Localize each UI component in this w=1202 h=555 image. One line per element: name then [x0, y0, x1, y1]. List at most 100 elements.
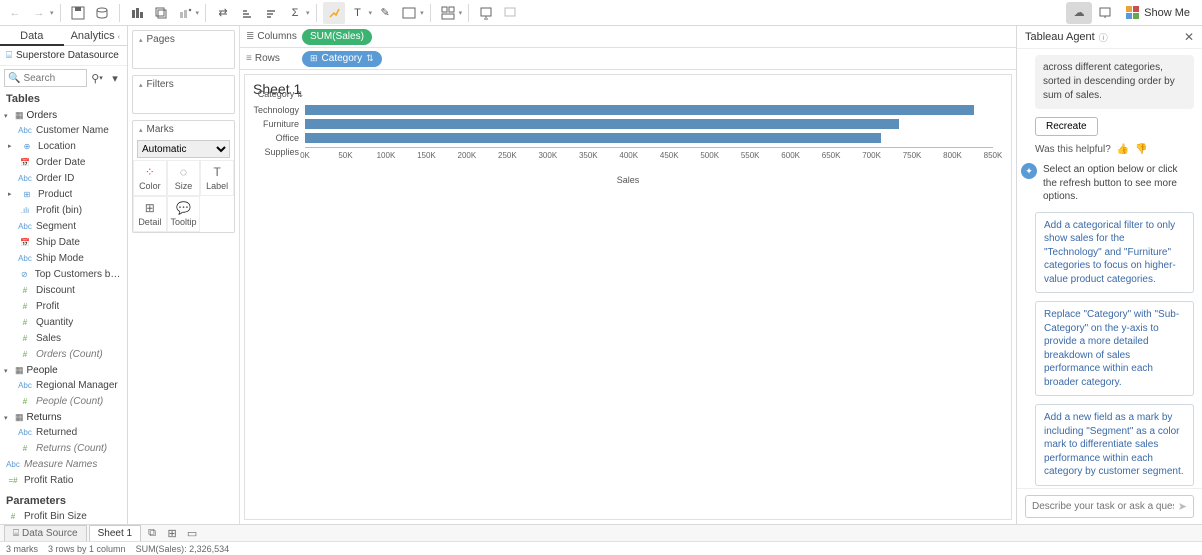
field-product[interactable]: ▸⊞Product: [0, 187, 127, 203]
axis-tick: 500K: [700, 151, 719, 160]
field-order-date[interactable]: 📅Order Date: [0, 155, 127, 171]
publish-icon[interactable]: ☁: [1066, 2, 1092, 24]
table-orders[interactable]: ▾▦Orders: [0, 108, 127, 123]
chart-view[interactable]: Category⇅ TechnologyFurnitureOffice Supp…: [245, 103, 1011, 519]
labels-button[interactable]: T: [347, 2, 369, 24]
search-input[interactable]: 🔍: [4, 69, 87, 87]
pill-sum-sales[interactable]: SUM(Sales): [302, 29, 372, 45]
field-sales[interactable]: #Sales: [0, 331, 127, 347]
field-returns-count[interactable]: #Returns (Count): [0, 441, 127, 457]
thumbs-up-icon[interactable]: 👍: [1117, 144, 1129, 155]
axis-tick: 650K: [822, 151, 841, 160]
field-ship-date[interactable]: 📅Ship Date: [0, 235, 127, 251]
filter-fields-button[interactable]: ⚲▾: [89, 70, 105, 86]
format-button[interactable]: ✎: [374, 2, 396, 24]
tables-header: Tables: [0, 90, 127, 108]
table-people[interactable]: ▾▦People: [0, 363, 127, 378]
field-profit-ratio[interactable]: =#Profit Ratio: [0, 473, 127, 489]
show-me-icon: [1126, 6, 1140, 20]
new-dashboard-button[interactable]: ⊞: [163, 525, 181, 541]
dashboard-button[interactable]: [437, 2, 459, 24]
info-icon[interactable]: ⓘ: [1099, 31, 1108, 44]
bar[interactable]: [305, 105, 974, 115]
color-icon: ⁘: [145, 165, 155, 179]
back-button[interactable]: ←: [4, 2, 26, 24]
bar[interactable]: [305, 133, 881, 143]
share-button[interactable]: [499, 2, 521, 24]
pill-category[interactable]: ⊞Category⇅: [302, 51, 382, 67]
guide-button[interactable]: [1094, 2, 1116, 24]
presentation-button[interactable]: [475, 2, 497, 24]
save-button[interactable]: [67, 2, 89, 24]
field-returned[interactable]: AbcReturned: [0, 425, 127, 441]
new-worksheet-button[interactable]: ⧉: [143, 525, 161, 541]
field-discount[interactable]: #Discount: [0, 283, 127, 299]
bar[interactable]: [305, 119, 899, 129]
tab-data-source[interactable]: ⌸Data Source: [4, 525, 87, 541]
field-ship-mode[interactable]: AbcShip Mode: [0, 251, 127, 267]
top-toolbar: ← → ▾ ▾ ⇄ Σ▾ T▾ ✎ ▾ ▾ ☁ Show Me: [0, 0, 1202, 26]
totals-button[interactable]: Σ: [284, 2, 306, 24]
sheet-title[interactable]: Sheet 1: [245, 75, 1011, 103]
marks-tooltip[interactable]: 💬Tooltip: [167, 196, 201, 232]
agent-option-3[interactable]: Add a new field as a mark by including "…: [1035, 404, 1194, 486]
fit-button[interactable]: [398, 2, 420, 24]
field-top-customers[interactable]: ⊘Top Customers by P...: [0, 267, 127, 283]
pages-card[interactable]: ▴Pages: [132, 30, 235, 69]
agent-option-2[interactable]: Replace "Category" with "Sub-Category" o…: [1035, 301, 1194, 396]
field-people-count[interactable]: #People (Count): [0, 394, 127, 410]
axis-tick: 350K: [579, 151, 598, 160]
clear-button[interactable]: [174, 2, 196, 24]
field-orders-count[interactable]: #Orders (Count): [0, 347, 127, 363]
close-agent-button[interactable]: ✕: [1184, 30, 1194, 44]
field-quantity[interactable]: #Quantity: [0, 315, 127, 331]
show-me-button[interactable]: Show Me: [1118, 2, 1198, 24]
columns-shelf[interactable]: ≣Columns SUM(Sales): [240, 26, 1016, 48]
sort-asc-button[interactable]: [236, 2, 258, 24]
show-me-label: Show Me: [1144, 7, 1190, 19]
thumbs-down-icon[interactable]: 👎: [1135, 144, 1147, 155]
tab-sheet-1[interactable]: Sheet 1: [89, 525, 141, 541]
field-customer-name[interactable]: AbcCustomer Name: [0, 123, 127, 139]
mark-type-select[interactable]: Automatic: [137, 140, 230, 158]
field-profit-bin[interactable]: .ılıProfit (bin): [0, 203, 127, 219]
field-segment[interactable]: AbcSegment: [0, 219, 127, 235]
field-location[interactable]: ▸⊕Location: [0, 139, 127, 155]
marks-size[interactable]: ◌Size: [167, 160, 201, 196]
new-datasource-button[interactable]: [91, 2, 113, 24]
forward-button[interactable]: →: [28, 2, 50, 24]
duplicate-button[interactable]: [150, 2, 172, 24]
field-regional-manager[interactable]: AbcRegional Manager: [0, 378, 127, 394]
tab-data[interactable]: Data: [0, 26, 64, 46]
recreate-button[interactable]: Recreate: [1035, 117, 1098, 136]
field-profit[interactable]: #Profit: [0, 299, 127, 315]
rows-shelf[interactable]: ≡Rows ⊞Category⇅: [240, 48, 1016, 70]
axis-tick: 50K: [338, 151, 352, 160]
filters-card[interactable]: ▴Filters: [132, 75, 235, 114]
axis-tick: 200K: [458, 151, 477, 160]
field-measure-names[interactable]: AbcMeasure Names: [0, 457, 127, 473]
axis-tick: 550K: [741, 151, 760, 160]
agent-title: Tableau Agent: [1025, 31, 1095, 43]
agent-prompt-input[interactable]: ➤: [1025, 495, 1194, 518]
marks-detail[interactable]: ⊞Detail: [133, 196, 167, 232]
columns-label: Columns: [257, 31, 296, 42]
new-story-button[interactable]: ▭: [183, 525, 201, 541]
row-label: Technology: [253, 103, 303, 117]
param-profit-bin-size[interactable]: #Profit Bin Size: [0, 509, 127, 524]
fields-menu-button[interactable]: ▾: [107, 70, 123, 86]
datasource-row[interactable]: ⌸ Superstore Datasource: [0, 46, 127, 66]
field-order-id[interactable]: AbcOrder ID: [0, 171, 127, 187]
sort-desc-button[interactable]: [260, 2, 282, 24]
tab-analytics[interactable]: Analytics‹: [64, 26, 128, 46]
agent-option-1[interactable]: Add a categorical filter to only show sa…: [1035, 212, 1194, 294]
parameters-header: Parameters: [0, 493, 127, 509]
swap-button[interactable]: ⇄: [212, 2, 234, 24]
marks-color[interactable]: ⁘Color: [133, 160, 167, 196]
send-icon[interactable]: ➤: [1178, 500, 1187, 513]
marks-label[interactable]: TLabel: [200, 160, 234, 196]
status-rows: 3 rows by 1 column: [48, 544, 126, 554]
table-returns[interactable]: ▾▦Returns: [0, 410, 127, 425]
highlight-button[interactable]: [323, 2, 345, 24]
new-sheet-button[interactable]: [126, 2, 148, 24]
